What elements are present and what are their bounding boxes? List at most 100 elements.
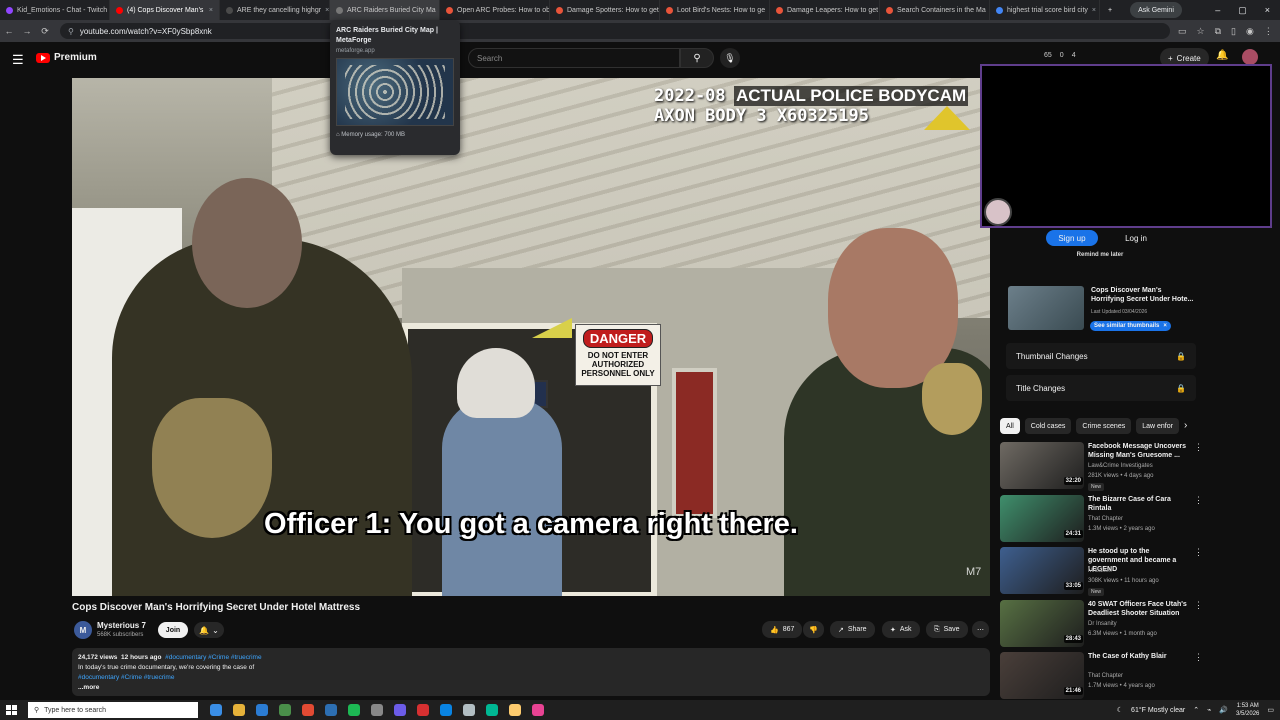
taskbar-app-icon[interactable] bbox=[532, 704, 544, 716]
remind-later-link[interactable]: Remind me later bbox=[1040, 252, 1160, 258]
maximize-icon[interactable]: ▢ bbox=[1238, 5, 1247, 16]
menu-kebab-icon[interactable]: ⋮ bbox=[1264, 26, 1273, 37]
more-options-icon[interactable]: ⋮ bbox=[1194, 495, 1203, 506]
more-options-icon[interactable]: ⋮ bbox=[1194, 652, 1203, 663]
join-button[interactable]: Join bbox=[158, 622, 188, 638]
tab-close-icon[interactable]: × bbox=[321, 7, 329, 14]
minimize-icon[interactable]: – bbox=[1215, 5, 1220, 16]
video-title[interactable]: The Case of Kathy Blair bbox=[1088, 652, 1190, 661]
video-channel[interactable]: That Chapter bbox=[1088, 516, 1123, 522]
taskbar-app-icon[interactable] bbox=[417, 704, 429, 716]
cast-icon[interactable]: ▭ bbox=[1178, 26, 1187, 37]
browser-tab[interactable]: highest trial score bird city × bbox=[990, 0, 1100, 20]
chevron-right-icon[interactable]: › bbox=[1184, 420, 1187, 431]
forward-icon[interactable]: → bbox=[18, 26, 36, 36]
video-title[interactable]: 40 SWAT Officers Face Utah's Deadliest S… bbox=[1088, 600, 1190, 618]
thumbnail-changes-row[interactable]: Thumbnail Changes 🔒 bbox=[1006, 343, 1196, 369]
browser-tab[interactable]: ARC Raiders Buried City Ma× bbox=[330, 0, 440, 20]
browser-tab[interactable]: ARE they cancelling highgr × bbox=[220, 0, 330, 20]
video-player[interactable]: DANGER DO NOT ENTER AUTHORIZED PERSONNEL… bbox=[72, 78, 990, 596]
browser-tab[interactable]: (4) Cops Discover Man's × bbox=[110, 0, 220, 20]
taskbar-app-icon[interactable] bbox=[302, 704, 314, 716]
browser-tab[interactable]: Open ARC Probes: How to ob× bbox=[440, 0, 550, 20]
taskbar-app-icon[interactable] bbox=[279, 704, 291, 716]
see-similar-thumbnails-button[interactable]: See similar thumbnails × bbox=[1090, 321, 1171, 331]
windows-start-icon[interactable] bbox=[6, 705, 18, 715]
profile-icon[interactable]: ◉ bbox=[1246, 26, 1254, 37]
like-button[interactable]: 👍 867 bbox=[762, 621, 803, 638]
description-box[interactable]: 24,172 views 12 hours ago #documentary #… bbox=[72, 648, 990, 696]
description-hashtags[interactable]: #documentary #Crime #truecrime bbox=[165, 654, 261, 661]
channel-avatar[interactable]: M bbox=[74, 621, 92, 639]
extensions-icon[interactable]: ⧉ bbox=[1215, 26, 1221, 37]
recommended-video[interactable]: 32:20 Facebook Message Uncovers Missing M… bbox=[1000, 442, 1203, 492]
youtube-logo[interactable]: Premium bbox=[36, 52, 97, 63]
taskbar-app-icon[interactable] bbox=[348, 704, 360, 716]
channel-watermark[interactable]: M7 bbox=[966, 566, 981, 578]
taskbar-search-input[interactable]: ⚲ Type here to search bbox=[28, 702, 198, 718]
volume-icon[interactable]: 🔊 bbox=[1219, 706, 1228, 714]
ask-gemini-button[interactable]: Ask Gemini bbox=[1130, 2, 1182, 18]
taskbar-clock[interactable]: 1:53 AM 3/5/2026 bbox=[1236, 702, 1259, 718]
browser-tab[interactable]: Loot Bird's Nests: How to ge× bbox=[660, 0, 770, 20]
sidebar-icon[interactable]: ▯ bbox=[1231, 26, 1236, 37]
title-changes-row[interactable]: Title Changes 🔒 bbox=[1006, 375, 1196, 401]
sign-up-button[interactable]: Sign up bbox=[1046, 230, 1098, 246]
more-options-icon[interactable]: ⋮ bbox=[1194, 600, 1203, 611]
network-icon[interactable]: ⌁ bbox=[1207, 706, 1211, 714]
new-tab-button[interactable]: + bbox=[1108, 7, 1112, 14]
taskbar-app-icon[interactable] bbox=[233, 704, 245, 716]
log-in-button[interactable]: Log in bbox=[1118, 230, 1154, 246]
tab-close-icon[interactable]: × bbox=[1088, 7, 1096, 14]
browser-tab[interactable]: Search Containers in the Ma× bbox=[880, 0, 990, 20]
video-title[interactable]: The Bizarre Case of Cara Rintala bbox=[1088, 495, 1190, 513]
window-close-icon[interactable]: × bbox=[1265, 5, 1270, 16]
account-avatar[interactable] bbox=[1242, 49, 1258, 65]
taskbar-app-icon[interactable] bbox=[486, 704, 498, 716]
subscribed-bell-button[interactable]: 🔔 ⌄ bbox=[194, 622, 224, 638]
recommended-video[interactable]: 21:46 The Case of Kathy Blair That Chapter… bbox=[1000, 652, 1203, 702]
video-title[interactable]: Facebook Message Uncovers Missing Man's … bbox=[1088, 442, 1190, 460]
tray-overflow-icon[interactable]: ⌃ bbox=[1193, 706, 1199, 714]
filter-chip[interactable]: All bbox=[1000, 418, 1020, 434]
video-channel[interactable]: That Chapter bbox=[1088, 673, 1123, 679]
video-channel[interactable]: MrBallen bbox=[1088, 568, 1112, 574]
notifications-bell-icon[interactable]: 🔔 bbox=[1216, 50, 1228, 61]
browser-tab[interactable]: Damage Spotters: How to get× bbox=[550, 0, 660, 20]
taskbar-app-icon[interactable] bbox=[371, 704, 383, 716]
show-more-link[interactable]: ...more bbox=[78, 683, 984, 693]
taskbar-app-icon[interactable] bbox=[256, 704, 268, 716]
weather-text[interactable]: 61°F Mostly clear bbox=[1131, 707, 1185, 714]
browser-tab[interactable]: Damage Leapers: How to get× bbox=[770, 0, 880, 20]
notification-center-icon[interactable]: ▭ bbox=[1267, 706, 1274, 714]
more-options-icon[interactable]: ⋮ bbox=[1194, 442, 1203, 453]
taskbar-app-icon[interactable] bbox=[325, 704, 337, 716]
voice-search-button[interactable]: 🎙 bbox=[720, 48, 740, 68]
bookmark-star-icon[interactable]: ☆ bbox=[1197, 26, 1205, 37]
address-bar[interactable]: ⚲ youtube.com/watch?v=XF0ySbp8xnk bbox=[60, 23, 1170, 39]
recommended-video[interactable]: 28:43 40 SWAT Officers Face Utah's Deadli… bbox=[1000, 599, 1203, 650]
dislike-button[interactable]: 👎 bbox=[803, 621, 824, 638]
search-button[interactable]: ⚲ bbox=[680, 48, 714, 68]
site-info-icon[interactable]: ⚲ bbox=[68, 27, 74, 36]
close-icon[interactable]: × bbox=[1163, 323, 1167, 329]
hamburger-menu-icon[interactable]: ☰ bbox=[12, 52, 24, 68]
search-input[interactable]: Search bbox=[468, 48, 680, 68]
share-button[interactable]: ↗ Share bbox=[830, 621, 875, 638]
more-actions-button[interactable]: ⋯ bbox=[972, 621, 989, 638]
filter-chip[interactable]: Crime scenes bbox=[1076, 418, 1132, 434]
description-tags[interactable]: #documentary #Crime #truecrime bbox=[78, 673, 984, 683]
filter-chip[interactable]: Law enfor bbox=[1136, 418, 1179, 434]
taskbar-app-icon[interactable] bbox=[509, 704, 521, 716]
video-channel[interactable]: Dr Insanity bbox=[1088, 621, 1117, 627]
taskbar-app-icon[interactable] bbox=[210, 704, 222, 716]
video-channel[interactable]: Law&Crime Investigates bbox=[1088, 463, 1153, 469]
ask-button[interactable]: ✦ Ask bbox=[882, 621, 920, 638]
more-options-icon[interactable]: ⋮ bbox=[1194, 547, 1203, 558]
taskbar-app-icon[interactable] bbox=[394, 704, 406, 716]
channel-name[interactable]: Mysterious 7 bbox=[97, 621, 146, 630]
recommended-video[interactable]: 33:05 He stood up to the government and b… bbox=[1000, 547, 1203, 597]
browser-tab[interactable]: Kid_Emotions - Chat - Twitch× bbox=[0, 0, 110, 20]
recommended-video[interactable]: 24:31 The Bizarre Case of Cara Rintala Tha… bbox=[1000, 494, 1203, 545]
save-button[interactable]: ⎘ Save bbox=[926, 621, 968, 638]
